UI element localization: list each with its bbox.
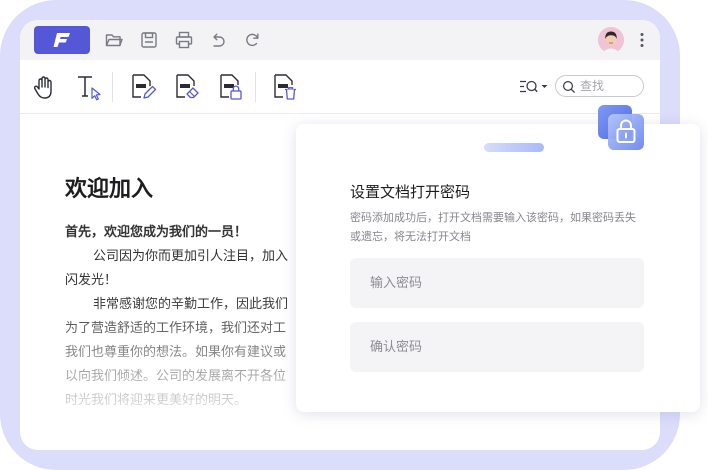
confirm-password-field[interactable] (350, 322, 644, 372)
document-body: 首先，欢迎您成为我们的一员！ 公司因为你而更加引人注目，加入 闪发光！ 非常感谢… (65, 221, 325, 411)
document-line: 时光我们将迎来更美好的明天。 (65, 393, 248, 408)
lock-icon (598, 105, 644, 150)
search-options-icon[interactable] (518, 76, 550, 98)
text-select-icon[interactable] (74, 72, 104, 102)
undo-icon[interactable] (208, 30, 228, 50)
password-field[interactable] (350, 258, 644, 308)
toolbar-divider (112, 72, 113, 102)
edit-document-icon[interactable] (128, 72, 158, 102)
set-password-panel: 设置文档打开密码 密码添加成功后，打开文档需要输入该密码，如果密码丢失或遗忘，将… (296, 124, 700, 412)
redo-icon[interactable] (242, 30, 262, 50)
search-input[interactable] (580, 77, 640, 95)
folder-open-icon[interactable] (104, 30, 124, 50)
print-icon[interactable] (174, 30, 194, 50)
more-vertical-icon[interactable] (634, 30, 650, 50)
document-line: 闪发光！ (65, 273, 118, 288)
search-icon (562, 80, 576, 94)
app-logo-button[interactable] (34, 26, 90, 54)
panel-description: 密码添加成功后，打开文档需要输入该密码，如果密码丢失或遗忘，将无法打开文档 (350, 211, 636, 243)
document-line: 为了营造舒适的工作环境，我们还对工 (65, 321, 287, 336)
lock-document-icon[interactable] (216, 72, 246, 102)
toolbar-divider (255, 72, 256, 102)
document-line: 首先，欢迎您成为我们的一员！ (65, 225, 248, 240)
document-line: 公司因为你而更加引人注目，加入 (93, 249, 289, 264)
document-line: 非常感谢您的辛勤工作，因此我们 (93, 297, 289, 312)
document-title: 欢迎加入 (65, 177, 154, 202)
search-box[interactable] (555, 75, 644, 97)
document-line: 我们也尊重你的想法。如果你有建议或 (65, 345, 287, 360)
toolbar (20, 60, 660, 114)
app-logo-icon (53, 33, 70, 47)
delete-document-icon[interactable] (270, 72, 300, 102)
title-bar (20, 20, 660, 60)
erase-document-icon[interactable] (172, 72, 202, 102)
panel-title: 设置文档打开密码 (350, 183, 471, 201)
hand-icon[interactable] (29, 72, 59, 102)
avatar[interactable] (598, 27, 624, 53)
document-line: 以向我们倾述。公司的发展离不开各位 (65, 369, 287, 384)
save-icon[interactable] (139, 30, 159, 50)
panel-drag-handle[interactable] (484, 143, 544, 152)
